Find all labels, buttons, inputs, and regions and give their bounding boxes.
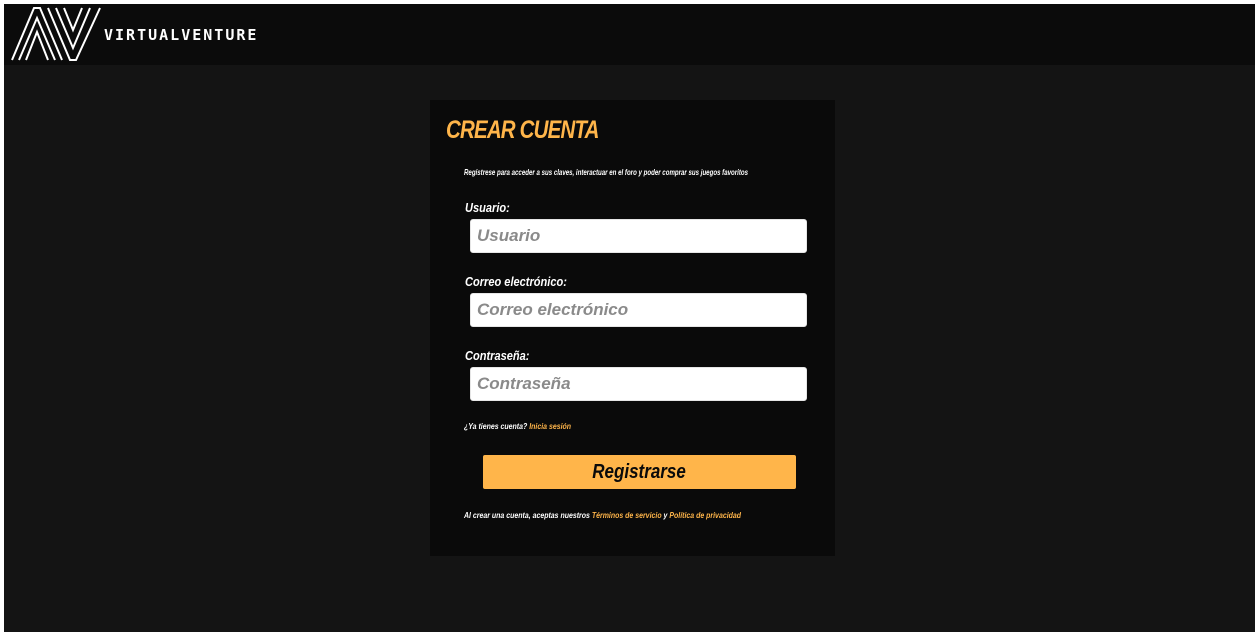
page-title: CREAR CUENTA: [446, 116, 599, 144]
username-label: Usuario:: [465, 200, 510, 215]
login-link[interactable]: Inicia sesión: [529, 421, 571, 431]
terms-prefix-text: Al crear una cuenta, aceptas nuestros: [464, 510, 590, 520]
login-prompt-line: ¿Ya tienes cuenta? Inicia sesión: [464, 421, 571, 431]
email-label: Correo electrónico:: [465, 274, 567, 289]
login-prompt-text: ¿Ya tienes cuenta?: [464, 421, 528, 431]
register-card: CREAR CUENTA Regístrese para acceder a s…: [430, 100, 835, 556]
register-button-label: Registrarse: [592, 460, 687, 483]
username-input[interactable]: [470, 219, 807, 253]
av-monogram-logo-icon[interactable]: [10, 6, 102, 62]
password-label: Contraseña:: [465, 348, 530, 363]
register-button[interactable]: Registrarse: [483, 455, 796, 489]
top-navigation-bar: VIRTUALVENTURE: [4, 4, 1255, 65]
email-input[interactable]: [470, 293, 807, 327]
terms-of-service-link[interactable]: Términos de servicio: [592, 510, 662, 520]
password-input[interactable]: [470, 367, 807, 401]
page-viewport: VIRTUALVENTURE CREAR CUENTA Regístrese p…: [4, 4, 1255, 632]
register-subtitle: Regístrese para acceder a sus claves, in…: [464, 167, 749, 177]
terms-notice: Al crear una cuenta, aceptas nuestros Té…: [464, 510, 741, 520]
terms-conjunction-text: y: [663, 510, 668, 520]
privacy-policy-link[interactable]: Política de privacidad: [669, 510, 741, 520]
brand-name[interactable]: VIRTUALVENTURE: [104, 26, 258, 44]
